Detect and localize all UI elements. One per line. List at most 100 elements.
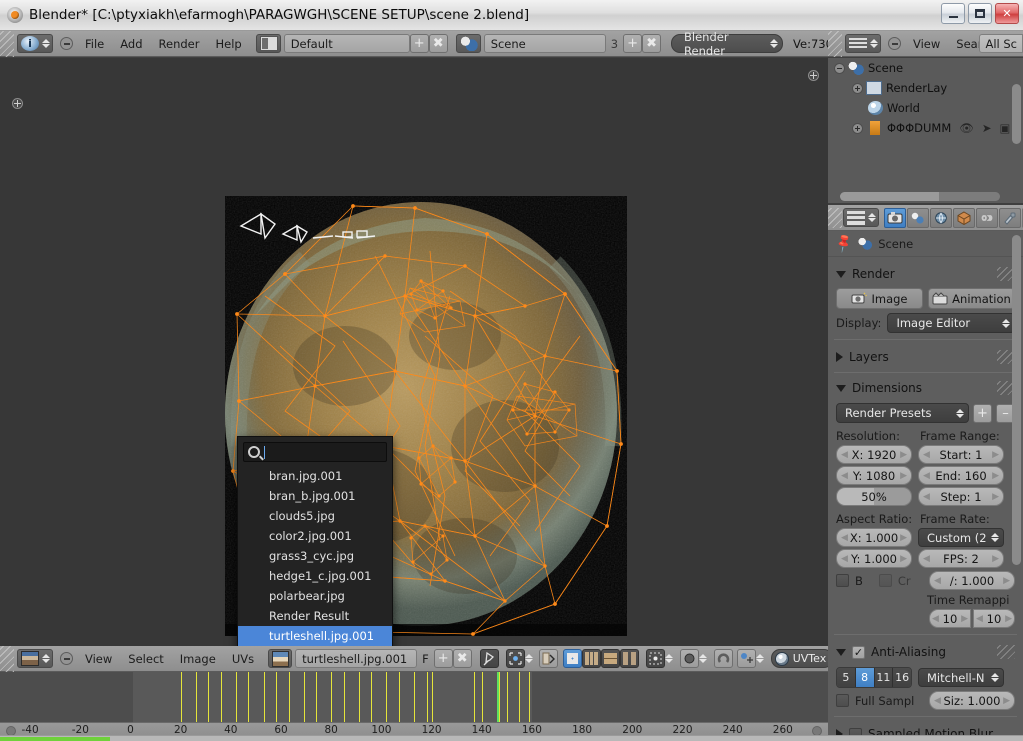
expand-toggle-icon[interactable]	[852, 122, 863, 134]
snap-target-selector[interactable]	[736, 649, 765, 668]
increment-arrow-icon[interactable]: ▶	[992, 450, 999, 460]
outliner-display-mode[interactable]: All Sc	[979, 34, 1023, 53]
fps-preset-selector[interactable]: Custom (2	[918, 528, 1004, 547]
sticky-selection-icon[interactable]	[645, 649, 665, 668]
pivot-point-icon[interactable]	[505, 649, 525, 668]
scene-name-field[interactable]: Scene	[483, 34, 606, 53]
selectable-cursor-icon[interactable]: ➤	[982, 121, 992, 135]
time-remap-new-field[interactable]: ◀ 10 ▶	[973, 609, 1015, 628]
fake-user-toggle[interactable]: F	[417, 652, 434, 666]
collapse-menu-icon[interactable]	[888, 37, 901, 50]
timeline-keyframe[interactable]	[431, 672, 433, 722]
menu-help[interactable]: Help	[207, 31, 249, 57]
increment-arrow-icon[interactable]: ▶	[961, 614, 968, 624]
close-button[interactable]: ✕	[995, 3, 1019, 24]
list-item[interactable]: hedge1_c.jpg.001	[238, 566, 392, 586]
scene-add-button[interactable]: +	[623, 34, 643, 53]
timeline-keyframe[interactable]	[474, 672, 476, 722]
timeline-keyframe[interactable]	[195, 672, 197, 722]
menu-view[interactable]: View	[77, 646, 120, 672]
proportional-editing-icon[interactable]	[679, 649, 699, 668]
decrement-arrow-icon[interactable]: ◀	[923, 554, 930, 564]
timeline-keyframe[interactable]	[303, 672, 305, 722]
timeline-keyframe[interactable]	[481, 672, 483, 722]
decrement-arrow-icon[interactable]: ◀	[841, 533, 848, 543]
outliner-editor-type-selector[interactable]	[845, 34, 881, 53]
list-item[interactable]: clouds5.jpg	[238, 506, 392, 526]
render-animation-button[interactable]: Animation	[928, 288, 1015, 309]
menu-view[interactable]: View	[905, 31, 948, 57]
panel-header-render[interactable]: Render	[828, 263, 1023, 285]
image-name-field[interactable]: turtleshell.jpg.001	[295, 649, 418, 668]
maximize-button[interactable]	[968, 3, 992, 24]
constraint-tab-icon[interactable]	[976, 207, 998, 228]
aa-size-field[interactable]: ◀ Siz: 1.000 ▶	[929, 691, 1015, 710]
timeline-keyframe[interactable]	[208, 672, 210, 722]
collapse-menu-icon[interactable]	[60, 652, 73, 665]
sticky-selection-selector[interactable]	[645, 649, 674, 668]
properties-editor-type-selector[interactable]	[843, 208, 879, 227]
increment-arrow-icon[interactable]: ▶	[992, 554, 999, 564]
aa-samples-segmented[interactable]: 5 8 11 16	[836, 667, 912, 688]
fps-base-field[interactable]: ◀ /: 1.000 ▶	[929, 571, 1015, 590]
face-select-icon[interactable]	[600, 649, 620, 668]
menu-render[interactable]: Render	[151, 31, 208, 57]
resolution-y-field[interactable]: ◀ Y: 1080 ▶	[836, 466, 912, 485]
full-sample-checkbox[interactable]	[836, 694, 849, 707]
outliner-row-scene[interactable]: Scene	[828, 58, 1023, 78]
aa-sample-8[interactable]: 8	[855, 668, 875, 687]
timeline-keyframe[interactable]	[276, 672, 277, 722]
uv-image-editor-canvas[interactable]: bran.jpg.001 bran_b.jpg.001 clouds5.jpg …	[0, 58, 828, 646]
world-tab-icon[interactable]	[930, 207, 952, 228]
increment-arrow-icon[interactable]: ▶	[992, 492, 999, 502]
preset-add-button[interactable]: +	[973, 403, 992, 423]
pin-icon[interactable]: 📌	[833, 233, 855, 255]
increment-arrow-icon[interactable]: ▶	[900, 554, 907, 564]
chevron-updown-icon[interactable]	[525, 649, 534, 668]
list-item-selected[interactable]: turtleshell.jpg.001	[238, 626, 392, 646]
list-item[interactable]: grass3_cyc.jpg	[238, 546, 392, 566]
timeline-keyframe[interactable]	[316, 672, 318, 722]
image-datablock-search-popup[interactable]: bran.jpg.001 bran_b.jpg.001 clouds5.jpg …	[237, 436, 393, 646]
timeline-keyframe[interactable]	[358, 672, 360, 722]
aa-sample-11[interactable]: 11	[874, 668, 894, 687]
aa-filter-selector[interactable]: Mitchell-N	[918, 668, 1004, 687]
increment-arrow-icon[interactable]: ▶	[900, 533, 907, 543]
timeline-keyframe[interactable]	[386, 672, 388, 722]
outliner-row-world[interactable]: World	[828, 98, 1023, 118]
frame-step-field[interactable]: ◀ Step: 1 ▶	[918, 487, 1004, 506]
pin-icon[interactable]	[479, 649, 499, 668]
timeline-keyframe[interactable]	[398, 672, 400, 722]
timeline-keyframe[interactable]	[220, 672, 222, 722]
timeline-keyframe[interactable]	[288, 672, 290, 722]
unlink-image-button[interactable]: ✖	[452, 649, 472, 668]
panel-header-dimensions[interactable]: Dimensions	[828, 377, 1023, 399]
screen-delete-button[interactable]: ✖	[428, 34, 448, 53]
timeline-keyframe[interactable]	[331, 672, 333, 722]
menu-file[interactable]: File	[77, 31, 112, 57]
aa-sample-5[interactable]: 5	[837, 668, 856, 687]
display-mode-selector[interactable]: Image Editor	[887, 313, 1015, 333]
increment-arrow-icon[interactable]: ▶	[1003, 576, 1010, 586]
panel-header-layers[interactable]: Layers	[828, 346, 1023, 368]
menu-uvs[interactable]: UVs	[224, 646, 262, 672]
decrement-arrow-icon[interactable]: ◀	[976, 614, 983, 624]
list-item[interactable]: bran_b.jpg.001	[238, 486, 392, 506]
pivot-selector[interactable]	[505, 649, 534, 668]
region-toggle-left-icon[interactable]	[12, 98, 23, 109]
increment-arrow-icon[interactable]: ▶	[992, 471, 999, 481]
fps-field[interactable]: ◀ FPS: 2 ▶	[918, 549, 1004, 568]
increment-arrow-icon[interactable]: ▶	[1005, 614, 1012, 624]
outliner-vertical-scrollbar[interactable]	[1012, 84, 1021, 144]
uv-editor-type-selector[interactable]	[17, 649, 53, 668]
timeline-keyframe[interactable]	[180, 672, 182, 722]
frame-end-field[interactable]: ◀ End: 160 ▶	[918, 466, 1004, 485]
timeline-keyframe[interactable]	[414, 672, 415, 722]
chevron-updown-icon[interactable]	[665, 649, 674, 668]
expand-toggle-icon[interactable]	[834, 62, 845, 74]
scene-tab-icon[interactable]	[907, 207, 929, 228]
decrement-arrow-icon[interactable]: ◀	[841, 554, 848, 564]
modifier-tab-icon[interactable]	[999, 207, 1021, 228]
render-engine-selector[interactable]: Blender Render	[671, 30, 784, 58]
edge-select-icon[interactable]	[581, 649, 601, 668]
